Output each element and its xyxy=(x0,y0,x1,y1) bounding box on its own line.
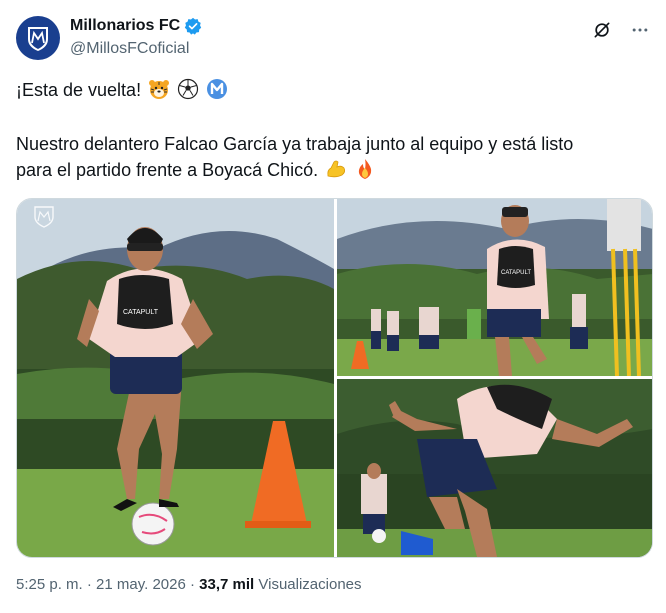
tweet-text-line-2: Nuestro delantero Falcao García ya traba… xyxy=(16,134,574,154)
tweet-meta: 5:25 p. m. · 21 may. 2026 · 33,7 mil Vis… xyxy=(16,576,362,593)
vest-logo-text: CATAPULT xyxy=(123,309,159,316)
header-actions xyxy=(590,18,652,42)
verified-badge-icon xyxy=(185,17,202,35)
millonarios-crest-icon xyxy=(28,27,48,51)
letter-m-emoji-icon xyxy=(207,79,228,99)
tweet-header: Millonarios FC @MillosFCoficial xyxy=(16,14,652,62)
avatar[interactable] xyxy=(16,16,60,60)
player-lunging-photo[interactable] xyxy=(337,379,652,557)
views-count: 33,7 mil xyxy=(199,576,255,593)
tweet-text-intro: ¡Esta de vuelta! xyxy=(16,80,142,100)
tweet-text-line-1: ¡Esta de vuelta! xyxy=(16,77,228,103)
player-dribbling-photo-image: CATAPULT xyxy=(17,199,334,557)
meta-separator-2: · xyxy=(190,576,195,593)
more-options-button[interactable] xyxy=(628,18,652,42)
grok-button[interactable] xyxy=(590,18,614,42)
tweet-time[interactable]: 5:25 p. m. xyxy=(16,576,83,593)
tweet-date[interactable]: 21 may. 2026 xyxy=(96,576,186,593)
flexed-biceps-emoji-icon xyxy=(327,160,346,178)
display-name[interactable]: Millonarios FC xyxy=(70,17,180,35)
views-label: Visualizaciones xyxy=(258,576,362,593)
player-running-photo-image: CATAPULT xyxy=(337,199,652,376)
media-grid: CATAPULT CATAPULT xyxy=(16,198,653,558)
grok-icon xyxy=(594,22,610,38)
player-running-teammates-photo[interactable]: CATAPULT xyxy=(337,199,652,376)
more-dots-icon xyxy=(632,28,648,32)
tweet-text-match: para el partido frente a Boyacá Chicó. xyxy=(16,160,319,180)
player-lunging-photo-image xyxy=(337,379,652,557)
name-row: Millonarios FC xyxy=(70,17,202,35)
vest-logo-text-2: CATAPULT xyxy=(501,270,531,276)
tiger-face-emoji-icon xyxy=(149,80,170,99)
tweet-text-line-3: para el partido frente a Boyacá Chicó. xyxy=(16,157,376,183)
soccer-ball-emoji-icon xyxy=(178,78,199,100)
player-dribbling-cone-photo[interactable]: CATAPULT xyxy=(17,199,334,557)
author-handle[interactable]: @MillosFCoficial xyxy=(70,40,189,58)
meta-separator: · xyxy=(86,576,92,593)
fire-emoji-icon xyxy=(359,159,372,179)
